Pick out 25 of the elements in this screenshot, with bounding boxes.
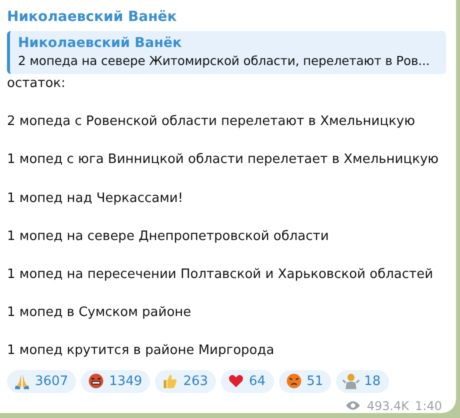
cursing-emoji-icon: [87, 372, 106, 390]
message-text: 1 мопед крутится в районе Миргорода: [7, 342, 276, 360]
channel-name[interactable]: Николаевский Ванёк: [7, 8, 446, 26]
reaction-chip[interactable]: 1349: [81, 370, 150, 392]
message-text: 1 мопед на пересечении Полтавской и Харьковской областей: [7, 266, 434, 284]
heart-emoji-icon: [227, 372, 246, 390]
reply-quote[interactable]: Николаевский Ванёк 2 мопеда на севере Житомирской области, перелетают в Ров...: [7, 31, 446, 74]
reply-text: 2 мопеда на севере Житомирской области, перелетают в Ров...: [18, 52, 431, 70]
reaction-chip[interactable]: 18: [336, 370, 389, 392]
message-text: 1 мопед в Сумском районе: [7, 304, 192, 322]
angry-emoji-icon: [284, 372, 303, 390]
reaction-chip[interactable]: 64: [221, 370, 274, 392]
view-count: 493.4K: [366, 398, 410, 412]
reaction-chip[interactable]: 51: [278, 370, 332, 392]
message-text: 1 мопед над Черкассами!: [7, 190, 184, 208]
message-text: 1 мопед с юга Винницкой области перелетает в Хмельницкую: [7, 151, 440, 170]
reaction-chip[interactable]: 263: [155, 370, 216, 392]
message-text: 1 мопед на севере Днепропетровской области: [7, 228, 330, 246]
message-text: остаток:: [7, 75, 66, 93]
message-text: 2 мопеда с Ровенской области перелетают в Хмельницкую: [7, 113, 416, 132]
shrug-emoji-icon: [342, 372, 360, 390]
reply-author: Николаевский Ванёк: [18, 34, 183, 52]
reaction-chip[interactable]: 3607: [7, 370, 76, 392]
thumbs-emoji-icon: [161, 372, 180, 390]
message-time: 1:40: [415, 398, 442, 412]
